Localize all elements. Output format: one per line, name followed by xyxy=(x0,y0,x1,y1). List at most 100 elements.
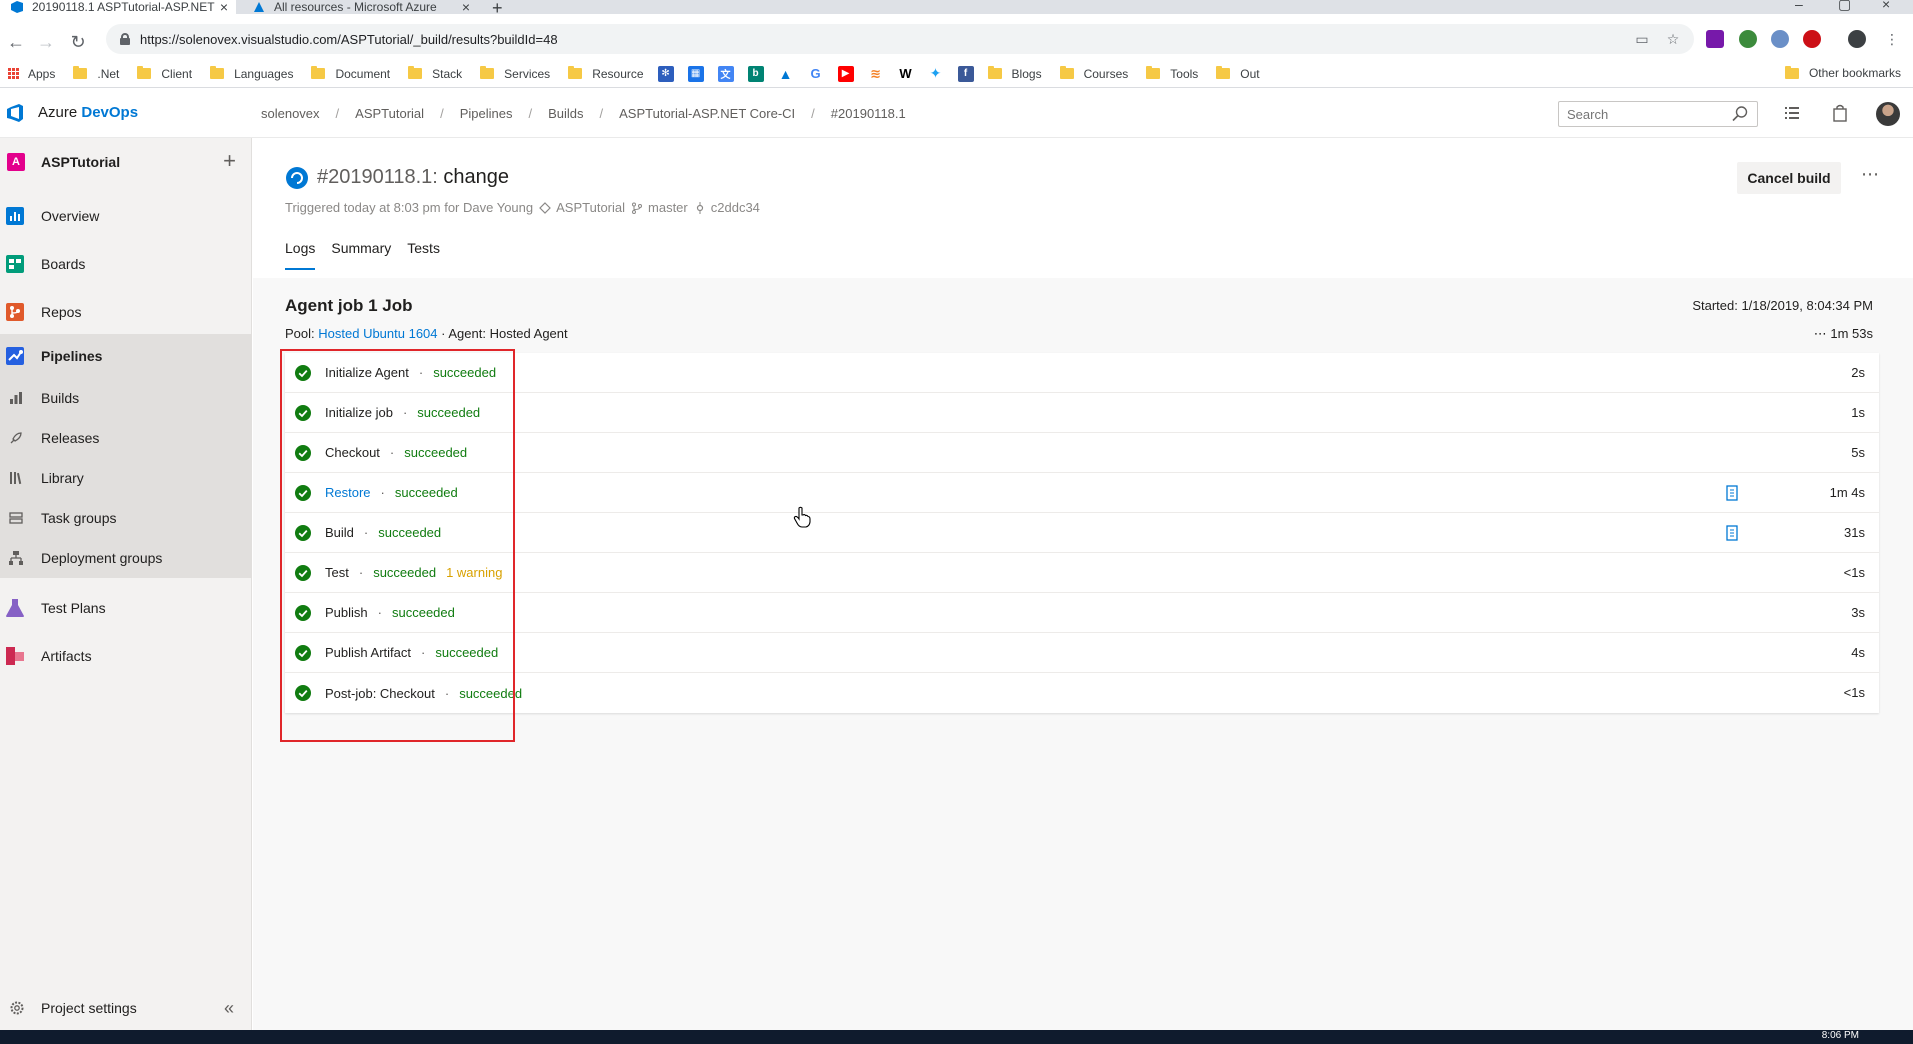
collapse-sidebar-icon[interactable]: « xyxy=(224,998,234,1019)
forward-arrow-icon[interactable]: → xyxy=(34,30,58,54)
extension-icon[interactable] xyxy=(1739,30,1757,48)
chrome-menu-icon[interactable]: ⋮ xyxy=(1884,31,1900,47)
tab-logs[interactable]: Logs xyxy=(285,240,316,270)
bookmark-folder[interactable]: Stack xyxy=(408,66,462,81)
bookmark-folder[interactable]: Resource xyxy=(568,66,644,81)
bookmark-folder[interactable]: .Net xyxy=(73,66,119,81)
other-bookmarks[interactable]: Other bookmarks xyxy=(1784,65,1901,80)
job-step-row[interactable]: Initialize job · succeeded 1s xyxy=(285,393,1879,433)
pool-link[interactable]: Hosted Ubuntu 1604 xyxy=(318,326,437,341)
job-step-row[interactable]: Publish Artifact · succeeded 4s xyxy=(285,633,1879,673)
bookmark-apps[interactable]: Apps xyxy=(8,67,55,81)
nav-item-overview[interactable]: Overview xyxy=(0,196,252,236)
breadcrumb-builds[interactable]: Builds xyxy=(548,106,583,121)
search-icon[interactable] xyxy=(1731,105,1749,123)
bookmark-folder[interactable]: Client xyxy=(137,66,192,81)
nav-subitem-library[interactable]: Library xyxy=(0,458,252,498)
azure-bookmark-icon[interactable]: ▲ xyxy=(777,65,794,82)
nav-item-repos[interactable]: Repos xyxy=(0,292,252,332)
view-log-icon[interactable] xyxy=(1725,525,1739,541)
stackoverflow-bookmark-icon[interactable]: ≋ xyxy=(867,65,884,82)
bookmark-star-icon[interactable]: ☆ xyxy=(1665,31,1681,47)
nav-subitem-releases[interactable]: Releases xyxy=(0,418,252,458)
job-step-row[interactable]: Checkout · succeeded 5s xyxy=(285,433,1879,473)
repo-name[interactable]: ASPTutorial xyxy=(556,200,625,215)
project-badge: A xyxy=(7,153,25,171)
translate-bookmark-icon[interactable]: 文 xyxy=(717,65,734,82)
project-selector[interactable]: A ASPTutorial + xyxy=(0,138,252,186)
close-tab-icon[interactable]: × xyxy=(462,0,470,14)
left-navigation: A ASPTutorial + Overview Boards Repos Pi… xyxy=(0,138,252,1030)
close-tab-icon[interactable]: × xyxy=(220,0,228,14)
branch-name[interactable]: master xyxy=(648,200,688,215)
job-step-row[interactable]: Restore · succeeded 1m 4s xyxy=(285,473,1879,513)
address-bar[interactable]: https://solenovex.visualstudio.com/ASPTu… xyxy=(106,24,1694,54)
cancel-build-button[interactable]: Cancel build xyxy=(1737,162,1841,194)
bookmark-folder[interactable]: Blogs xyxy=(987,66,1042,81)
search-input[interactable] xyxy=(1558,101,1758,127)
job-step-row[interactable]: Post-job: Checkout · succeeded <1s xyxy=(285,673,1879,713)
bing-bookmark-icon[interactable]: b xyxy=(747,65,764,82)
breadcrumb-project[interactable]: ASPTutorial xyxy=(355,106,424,121)
folder-icon xyxy=(568,66,583,79)
minimize-window-icon[interactable]: – xyxy=(1795,0,1803,12)
job-step-row[interactable]: Test · succeeded 1 warning <1s xyxy=(285,553,1879,593)
maximize-window-icon[interactable]: ▢ xyxy=(1838,0,1851,13)
add-icon[interactable]: + xyxy=(223,148,236,174)
browser-tab[interactable]: All resources - Microsoft Azure × xyxy=(242,0,478,14)
job-step-row[interactable]: Build · succeeded 31s xyxy=(285,513,1879,553)
nav-subitem-task-groups[interactable]: Task groups xyxy=(0,498,252,538)
view-log-icon[interactable] xyxy=(1725,485,1739,501)
profile-icon[interactable] xyxy=(1848,30,1866,48)
breadcrumb-build-number[interactable]: #20190118.1 xyxy=(831,106,906,121)
tab-tests[interactable]: Tests xyxy=(407,240,440,270)
browser-tab-active[interactable]: 20190118.1 ASPTutorial-ASP.NET × xyxy=(0,0,236,14)
job-step-row[interactable]: Publish · succeeded 3s xyxy=(285,593,1879,633)
more-actions-icon[interactable]: ⋯ xyxy=(1861,164,1879,185)
commit-id[interactable]: c2ddc34 xyxy=(711,200,760,215)
build-meta: Triggered today at 8:03 pm for Dave Youn… xyxy=(285,200,760,215)
nav-subitem-builds[interactable]: Builds xyxy=(0,378,252,418)
google-bookmark-icon[interactable]: G xyxy=(807,65,824,82)
step-name[interactable]: Restore xyxy=(325,485,371,500)
marketplace-bag-icon[interactable] xyxy=(1830,103,1850,123)
extension-icon[interactable] xyxy=(1771,30,1789,48)
bookmark-folder[interactable]: Courses xyxy=(1059,66,1128,81)
nav-item-artifacts[interactable]: Artifacts xyxy=(0,636,252,676)
close-window-icon[interactable]: × xyxy=(1882,0,1890,12)
nav-item-pipelines[interactable]: Pipelines xyxy=(0,334,252,378)
breadcrumb-pipelines[interactable]: Pipelines xyxy=(460,106,513,121)
bookmark-label: Resource xyxy=(592,66,644,81)
page-title: #20190118.1: change xyxy=(317,166,509,189)
bookmark-folder[interactable]: Languages xyxy=(210,66,293,81)
bookmark-folder[interactable]: Services xyxy=(480,66,550,81)
breadcrumb-definition[interactable]: ASPTutorial-ASP.NET Core-CI xyxy=(619,106,795,121)
facebook-bookmark-icon[interactable]: f xyxy=(957,65,974,82)
task-list-icon[interactable] xyxy=(1782,103,1802,123)
nav-item-boards[interactable]: Boards xyxy=(0,244,252,284)
reload-icon[interactable]: ↻ xyxy=(66,30,90,54)
back-arrow-icon[interactable]: ← xyxy=(4,30,28,54)
tab-summary[interactable]: Summary xyxy=(331,240,391,270)
wikipedia-bookmark-icon[interactable]: W xyxy=(897,65,914,82)
build-results-page: #20190118.1: change Triggered today at 8… xyxy=(253,138,1913,1030)
user-avatar[interactable] xyxy=(1876,102,1900,126)
youtube-bookmark-icon[interactable]: ▶ xyxy=(837,65,854,82)
project-settings[interactable]: Project settings « xyxy=(0,988,252,1028)
baidu-bookmark-icon[interactable]: ✻ xyxy=(657,65,674,82)
onenote-extension-icon[interactable] xyxy=(1706,30,1724,48)
cast-icon[interactable]: ▭ xyxy=(1634,31,1650,47)
job-step-row[interactable]: Initialize Agent · succeeded 2s xyxy=(285,353,1879,393)
bookmark-icon[interactable]: ▦ xyxy=(687,65,704,82)
bookmark-folder[interactable]: Tools xyxy=(1146,66,1198,81)
brand-name[interactable]: Azure DevOps xyxy=(38,104,138,121)
repo-icon xyxy=(539,201,551,214)
breadcrumb-organization[interactable]: solenovex xyxy=(261,106,320,121)
nav-subitem-deployment-groups[interactable]: Deployment groups xyxy=(0,538,252,578)
opera-extension-icon[interactable] xyxy=(1803,30,1821,48)
azure-devops-logo-icon[interactable] xyxy=(6,103,26,123)
bookmark-folder[interactable]: Document xyxy=(311,66,390,81)
nav-item-test-plans[interactable]: Test Plans xyxy=(0,588,252,628)
twitter-bookmark-icon[interactable]: ✦ xyxy=(927,65,944,82)
bookmark-folder[interactable]: Out xyxy=(1216,66,1260,81)
